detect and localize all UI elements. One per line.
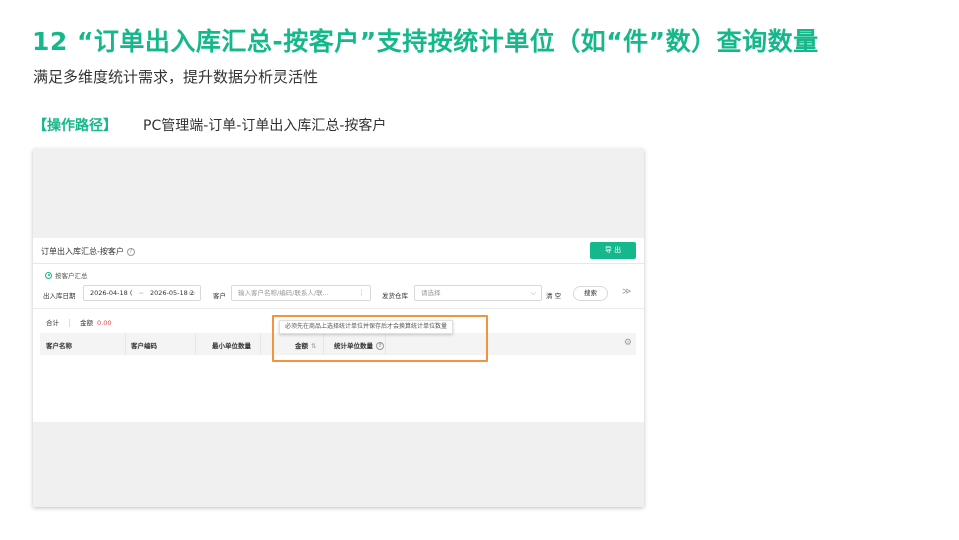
col-customer-name: 客户名称 [46,342,72,350]
bottom-gray-area [33,422,644,507]
date-range-picker[interactable]: 2026-04-18 ( ~ 2026-05-18 2 ▭ [83,285,201,301]
page-header: 订单出入库汇总-按客户? 导 出 [33,238,644,264]
clear-button[interactable]: 清 空 [546,290,561,300]
date-separator: ~ [138,289,144,297]
amount-value: 0.00 [97,319,112,327]
export-button[interactable]: 导 出 [590,242,636,259]
path-label: 【操作路径】 [33,118,117,134]
operation-path: 【操作路径】 PC管理端-订单-订单出入库汇总-按客户 [33,115,386,135]
customer-placeholder: 输入客户名称/编码/联系人/联... [238,289,329,297]
summary-row: 合计 金额 0.00 [46,317,111,327]
amount-label: 金额 [80,319,93,327]
total-label: 合计 [46,319,59,327]
settings-icon[interactable]: ⚙ [624,338,632,348]
slide-title: 12 “订单出入库汇总-按客户”支持按统计单位（如“件”数）查询数量 [32,27,819,56]
help-icon[interactable]: ? [126,247,135,256]
customer-label: 客户 [213,292,226,300]
search-button[interactable]: 搜索 [573,286,608,301]
radio-icon[interactable] [45,271,52,279]
radio-label: 按客户汇总 [55,272,88,280]
col-customer-code: 客户编码 [131,342,157,350]
page-title: 订单出入库汇总-按客户? [41,246,135,257]
date-end: 2026-05-18 2 [150,289,194,297]
warehouse-label: 发货仓库 [382,292,408,300]
warehouse-placeholder: 请选择 [421,289,441,297]
date-label: 出入库日期 [43,292,76,300]
path-value: PC管理端-订单-订单出入库汇总-按客户 [143,118,387,134]
col-min-unit-qty: 最小单位数量 [212,342,251,350]
expand-icon[interactable]: ≫ [622,287,631,297]
divider [33,308,644,309]
customer-input[interactable]: 输入客户名称/编码/联系人/联... ⋮ [231,285,371,301]
more-icon[interactable]: ⋮ [358,286,365,300]
radio-customer-summary[interactable]: 按客户汇总 [45,270,88,280]
chevron-down-icon: ⌵ [530,289,536,297]
calendar-icon: ▭ [188,289,195,297]
slide-subtitle: 满足多维度统计需求，提升数据分析灵活性 [33,68,319,86]
top-gray-area [33,149,644,238]
filter-bar: 出入库日期 2026-04-18 ( ~ 2026-05-18 2 ▭ 客户 输… [33,285,644,303]
warehouse-select[interactable]: 请选择 ⌵ [414,285,542,301]
date-start: 2026-04-18 ( [90,289,133,297]
highlight-box [272,315,488,362]
